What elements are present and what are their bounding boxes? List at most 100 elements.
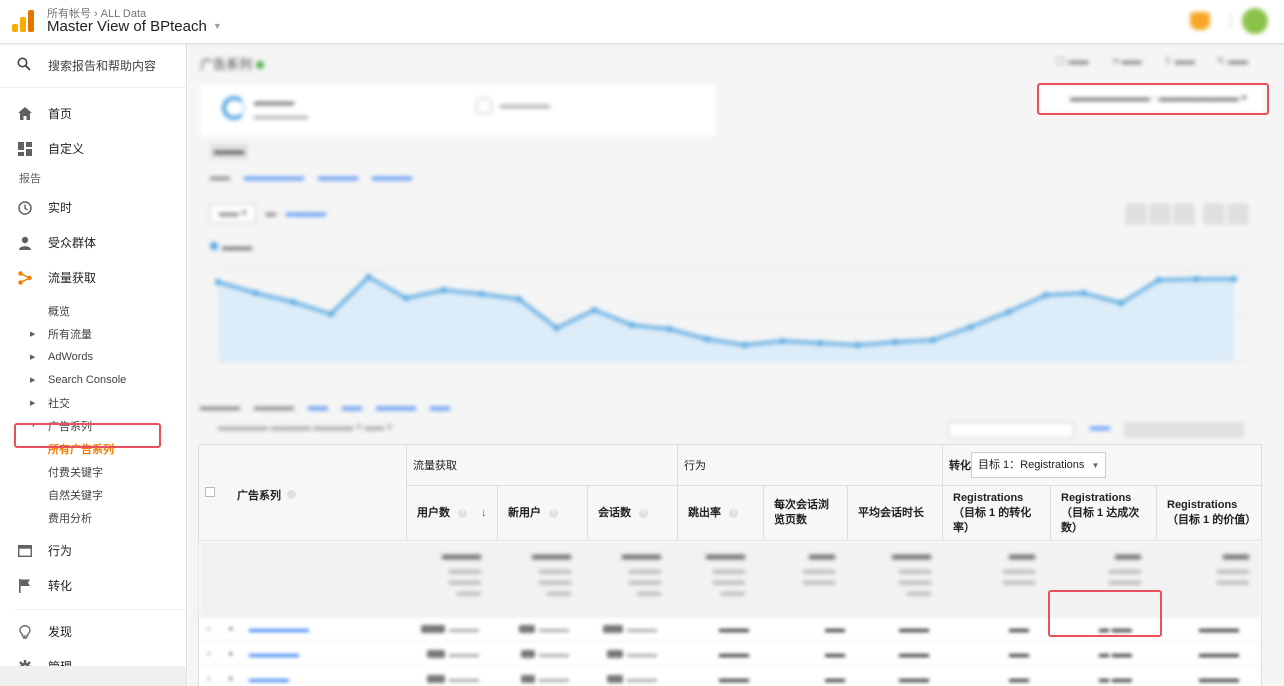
sidebar-item-label: 自然关键字	[48, 489, 103, 502]
column-label: Registrations（目标 1 的转化率）	[953, 491, 1032, 534]
row-value: ▬▬▬	[899, 674, 929, 685]
metric-select[interactable]: ▬▬ ▾	[210, 204, 256, 223]
column-sessions[interactable]: 会话数?	[587, 485, 677, 541]
table-dimension-tabs: ▬▬▬▬ ▬▬▬▬ ▬▬ ▬▬ ▬▬▬▬ ▬▬	[200, 402, 450, 413]
sidebar-item-acquisition[interactable]: 流量获取	[0, 260, 186, 295]
campaign-link[interactable]: ▬▬▬▬	[249, 674, 289, 685]
chart-type-button[interactable]	[1204, 204, 1224, 224]
goal-select[interactable]: 目标 1：Registrations ▼	[971, 452, 1107, 478]
campaign-link[interactable]: ▬▬▬▬▬	[249, 649, 299, 660]
share-button[interactable]: ⇪ ▬▬	[1164, 56, 1195, 67]
sort-desc-icon[interactable]: ↓	[481, 506, 487, 521]
week-button[interactable]	[1150, 204, 1170, 224]
dimension-tab[interactable]: ▬▬▬▬	[254, 402, 294, 413]
help-icon	[287, 490, 296, 499]
reports-section-label: 报告	[19, 173, 41, 185]
total-value: ▬▬▬	[532, 547, 571, 562]
users-line-chart[interactable]	[188, 244, 1284, 394]
day-button[interactable]	[1126, 204, 1146, 224]
sidebar-item-home[interactable]: 首页	[0, 96, 186, 131]
analytics-logo-icon[interactable]	[12, 8, 34, 32]
row-checkbox[interactable]: ▫	[207, 674, 211, 685]
column-label: 跳出率	[688, 506, 721, 519]
advanced-filter-link[interactable]: ▬▬	[1090, 422, 1110, 433]
insights-button[interactable]: ✎ ▬▬	[1217, 56, 1248, 67]
sidebar-item-organic-keywords[interactable]: 自然关键字	[0, 483, 186, 506]
chart-point	[327, 311, 334, 317]
table-row[interactable]: ▫ ▪ ▬▬▬▬▬ ▬▬▬ ▬▬▬ ▬▬▬ ▬▬▬ ▬▬ ▬▬▬ ▬▬ ▬ ▬▬ ▬▬▬▬	[199, 642, 1261, 667]
chart-point	[1118, 300, 1125, 306]
add-segment-button[interactable]	[476, 98, 492, 114]
sidebar-item-all-traffic[interactable]: ▶ 所有流量	[0, 322, 186, 345]
sidebar-item-paid-keywords[interactable]: 付费关键字	[0, 460, 186, 483]
row-checkbox[interactable]: ▫	[207, 649, 211, 660]
row-value: ▬▬▬	[719, 674, 749, 685]
chart-point	[440, 287, 447, 293]
table-filter-input[interactable]	[948, 422, 1074, 438]
dimension-header[interactable]: 广告系列	[237, 487, 296, 503]
save-button[interactable]: ▢ ▬▬	[1056, 56, 1088, 67]
home-icon	[17, 107, 33, 120]
explorer-tab[interactable]: ▬▬▬	[210, 144, 248, 159]
dimension-tab[interactable]: ▬▬▬▬	[376, 402, 416, 413]
column-avg-session-duration[interactable]: 平均会话时长	[847, 485, 942, 541]
row-value: ▬▬▬	[449, 649, 479, 660]
table-toolbar: ▬▬▬▬▬ ▬▬▬▬ ▬▬▬▬ ▾ ▬▬ ▾ ▬▬	[218, 422, 1268, 438]
sidebar-item-audience[interactable]: 受众群体	[0, 225, 186, 260]
chart-point	[817, 340, 824, 346]
sidebar-item-label: 发现	[48, 625, 73, 639]
table-view-buttons[interactable]	[1124, 422, 1244, 438]
sidebar-item-realtime[interactable]: 实时	[0, 190, 186, 225]
chart-point	[1193, 276, 1200, 282]
sidebar-item-social[interactable]: ▶ 社交	[0, 391, 186, 414]
column-new-users[interactable]: 新用户?	[497, 485, 587, 541]
select-metric-link[interactable]: ▬▬▬▬	[286, 204, 326, 223]
caret-down-icon: ▼	[212, 21, 222, 31]
plot-rows-button[interactable]: ▬▬▬▬▬ ▬▬▬▬ ▬▬▬▬ ▾ ▬▬ ▾	[218, 422, 392, 433]
metric-group-link[interactable]: ▬▬▬▬▬▬	[244, 172, 304, 183]
sidebar-item-behavior[interactable]: 行为	[0, 533, 186, 568]
dimension-tab[interactable]: ▬▬	[430, 402, 450, 413]
column-goal-conv-rate[interactable]: Registrations（目标 1 的转化率）	[942, 485, 1050, 541]
column-goal-value[interactable]: Registrations（目标 1 的价值）	[1156, 485, 1263, 541]
column-goal-completions[interactable]: Registrations（目标 1 达成次数）	[1050, 485, 1156, 541]
sidebar-item-adwords[interactable]: ▶ AdWords	[0, 345, 186, 368]
sidebar-item-overview[interactable]: 概览	[0, 299, 186, 322]
dimension-tab[interactable]: ▬▬	[308, 402, 328, 413]
row-index: ▪	[229, 674, 233, 685]
row-checkbox[interactable]: ▫	[207, 624, 211, 635]
avatar[interactable]	[1242, 8, 1268, 34]
chart-point	[252, 290, 259, 296]
chart-point	[967, 324, 974, 330]
campaign-link[interactable]: ▬▬▬▬▬▬	[249, 624, 309, 635]
sidebar-item-customization[interactable]: 自定义	[0, 131, 186, 166]
column-label: 会话数	[598, 506, 631, 519]
chart-point	[1231, 276, 1237, 282]
view-selector[interactable]: Master View of BPteach ▼	[47, 18, 222, 35]
notifications-icon[interactable]	[1190, 12, 1210, 30]
export-button[interactable]: ⇥ ▬▬	[1110, 56, 1141, 67]
total-subtext: ▬▬▬▬ ▬▬▬▬	[1109, 566, 1141, 586]
month-button[interactable]	[1174, 204, 1194, 224]
sidebar-item-conversions[interactable]: 转化	[0, 568, 186, 603]
select-all-checkbox[interactable]	[205, 487, 215, 497]
total-subtext: ▬▬▬▬ ▬▬▬▬	[1217, 566, 1249, 586]
dimension-tab[interactable]: ▬▬	[342, 402, 362, 413]
column-bounce-rate[interactable]: 跳出率?	[677, 485, 763, 541]
more-vert-icon[interactable]: ⋮	[1224, 13, 1238, 29]
column-label: 每次会话浏览页数	[774, 499, 829, 526]
row-value: ▬▬	[1009, 624, 1029, 635]
clock-icon	[17, 200, 33, 215]
sidebar-item-discover[interactable]: 发现	[0, 614, 186, 649]
sidebar-item-search-console[interactable]: ▶ Search Console	[0, 368, 186, 391]
sidebar-item-cost-analysis[interactable]: 费用分析	[0, 506, 186, 529]
chart-area	[218, 277, 1234, 362]
metric-group-link[interactable]: ▬▬▬▬	[372, 172, 412, 183]
motion-chart-button[interactable]	[1228, 204, 1248, 224]
column-users[interactable]: 用户数? ↓	[406, 485, 497, 541]
chart-point	[628, 322, 635, 328]
metric-group-link[interactable]: ▬▬▬▬	[318, 172, 358, 183]
search-input[interactable]: 搜索报告和帮助内容	[0, 44, 186, 88]
column-pages-per-session[interactable]: 每次会话浏览页数	[763, 485, 847, 541]
table-row[interactable]: ▫ ▪ ▬▬▬▬ ▬▬▬ ▬▬▬ ▬▬▬ ▬▬▬ ▬▬ ▬▬▬ ▬▬ ▬ ▬▬ ▬▬▬▬	[199, 667, 1261, 686]
